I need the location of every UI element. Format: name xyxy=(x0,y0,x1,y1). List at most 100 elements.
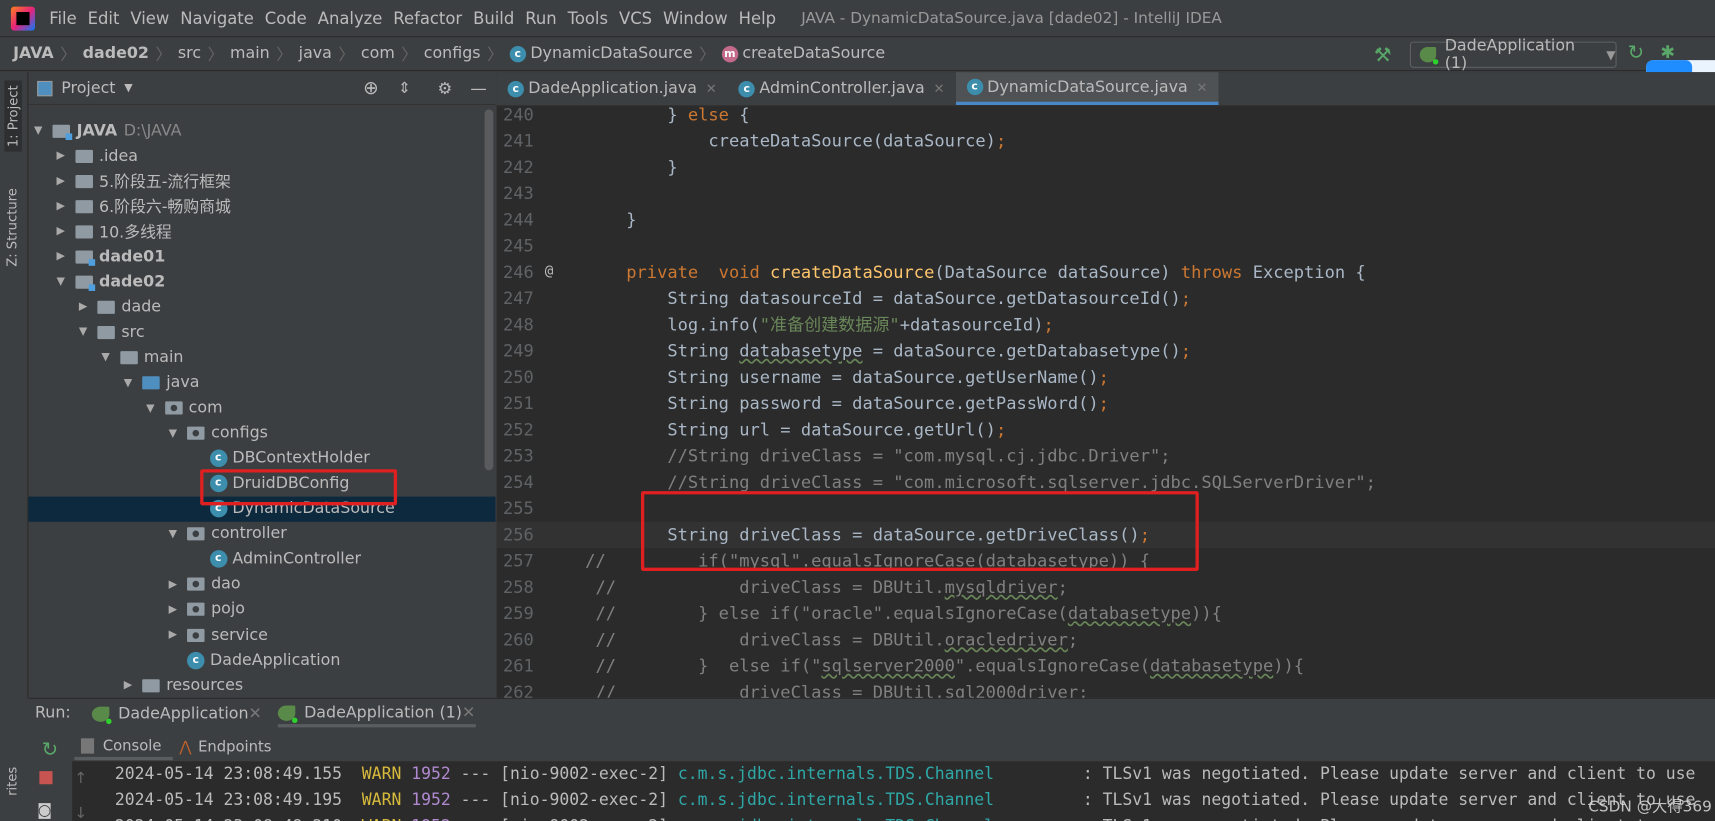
code-line: 259 // } else if("oracle".equalsIgnoreCa… xyxy=(497,600,1715,626)
tree-item-pojo[interactable]: ▶ pojo xyxy=(28,597,495,622)
run-configuration-select[interactable]: DadeApplication (1) ▼ xyxy=(1409,37,1617,72)
expanded-arrow-icon[interactable]: ▼ xyxy=(165,528,180,540)
camera-icon[interactable]: ◙ xyxy=(37,802,52,820)
menu-navigate[interactable]: Navigate xyxy=(175,8,260,28)
project-view-selector[interactable]: Project xyxy=(61,79,115,97)
close-icon[interactable]: ✕ xyxy=(462,704,475,722)
scroll-up-arrow-icon[interactable]: ↑ xyxy=(74,770,87,788)
code-token: databasetype xyxy=(1067,603,1192,624)
code-editor[interactable]: c DadeApplication.java ✕ c AdminController.j… xyxy=(496,72,1715,702)
menu-view[interactable]: View xyxy=(125,8,175,28)
gear-icon[interactable]: ⚙ xyxy=(438,78,453,98)
tree-item-dade02[interactable]: ▼ dade02 xyxy=(28,269,495,294)
tab-endpoints[interactable]: ⋀ Endpoints xyxy=(179,734,271,760)
tree-item-dbcontextholder[interactable]: c DBContextHolder xyxy=(28,446,495,471)
tree-item-dao[interactable]: ▶ dao xyxy=(28,572,495,597)
menu-vcs[interactable]: VCS xyxy=(614,8,658,28)
tree-item-controller[interactable]: ▼ controller xyxy=(28,522,495,547)
tree-item-dade01[interactable]: ▶ dade01 xyxy=(28,244,495,269)
tree-item-6-[interactable]: ▶ 6.阶段六-畅购商城 xyxy=(28,194,495,219)
breadcrumb-item[interactable]: java xyxy=(299,45,332,63)
tree-item-admincontroller[interactable]: c AdminController xyxy=(28,547,495,572)
tree-item-com[interactable]: ▼ com xyxy=(28,395,495,420)
collapsed-arrow-icon[interactable]: ▶ xyxy=(53,150,68,162)
tool-tab-structure[interactable]: Z: Structure xyxy=(4,188,19,267)
tree-item-resources[interactable]: ▶ resources xyxy=(28,673,495,698)
expanded-arrow-icon[interactable]: ▼ xyxy=(31,125,46,137)
collapse-all-icon[interactable]: ⇕ xyxy=(398,79,411,97)
tab-dadeapplication-java[interactable]: c DadeApplication.java ✕ xyxy=(497,72,728,105)
collapsed-arrow-icon[interactable]: ▶ xyxy=(75,301,90,313)
collapsed-arrow-icon[interactable]: ▶ xyxy=(165,604,180,616)
scroll-down-arrow-icon[interactable]: ↓ xyxy=(74,805,87,821)
collapsed-arrow-icon[interactable]: ▶ xyxy=(120,679,135,691)
collapsed-arrow-icon[interactable]: ▶ xyxy=(53,226,68,238)
breadcrumb-item[interactable]: main xyxy=(230,45,270,63)
menu-refactor[interactable]: Refactor xyxy=(388,8,468,28)
tree-item-10-[interactable]: ▶ 10.多线程 xyxy=(28,219,495,244)
menu-code[interactable]: Code xyxy=(259,8,312,28)
expanded-arrow-icon[interactable]: ▼ xyxy=(98,352,113,364)
hide-minus-icon[interactable]: — xyxy=(470,78,486,98)
run-tab-0[interactable]: DadeApplication ✕ xyxy=(91,701,262,727)
menu-help[interactable]: Help xyxy=(733,8,781,28)
tree-item-src[interactable]: ▼ src xyxy=(28,320,495,345)
collapsed-arrow-icon[interactable]: ▶ xyxy=(53,200,68,212)
run-tab-1[interactable]: DadeApplication (1) ✕ xyxy=(277,701,476,728)
expanded-arrow-icon[interactable]: ▼ xyxy=(75,326,90,338)
breadcrumb-item[interactable]: m createDataSource xyxy=(721,45,885,62)
tree-item-service[interactable]: ▶ service xyxy=(28,622,495,647)
tree-item-5-[interactable]: ▶ 5.阶段五-流行框架 xyxy=(28,169,495,194)
menu-edit[interactable]: Edit xyxy=(82,8,125,28)
expanded-arrow-icon[interactable]: ▼ xyxy=(53,276,68,288)
menu-analyze[interactable]: Analyze xyxy=(312,8,388,28)
expanded-arrow-icon[interactable]: ▼ xyxy=(143,402,158,414)
stop-icon[interactable] xyxy=(39,771,53,785)
rerun-icon[interactable]: ↻ xyxy=(1628,42,1645,65)
tree-item-configs[interactable]: ▼ configs xyxy=(28,421,495,446)
override-marker-icon[interactable]: @ xyxy=(545,259,554,285)
log-thread: [nio-9002-exec-2] xyxy=(500,789,669,810)
breadcrumb-item[interactable]: c DynamicDataSource xyxy=(509,45,693,62)
collapsed-arrow-icon[interactable]: ▶ xyxy=(165,629,180,641)
collapsed-arrow-icon[interactable]: ▶ xyxy=(165,579,180,591)
log-msg: : TLSv1 was negotiated. Please update se… xyxy=(1082,763,1696,784)
rerun-icon[interactable]: ↻ xyxy=(42,738,59,761)
tool-tab-project[interactable]: 1: Project xyxy=(4,80,22,152)
tree-item-java[interactable]: ▼ java xyxy=(28,370,495,395)
menu-tools[interactable]: Tools xyxy=(562,8,613,28)
breadcrumb-item[interactable]: dade02 xyxy=(83,45,149,63)
tab-console[interactable]: Console xyxy=(74,734,173,761)
close-icon[interactable]: ✕ xyxy=(249,706,262,724)
close-icon[interactable]: ✕ xyxy=(934,81,945,96)
log-line: 2024-05-14 23:08:49.210 WARN 1952 --- [n… xyxy=(115,813,1696,821)
menu-run[interactable]: Run xyxy=(520,8,562,28)
collapsed-arrow-icon[interactable]: ▶ xyxy=(53,251,68,263)
line-number: 242 xyxy=(502,157,534,178)
breadcrumb-item[interactable]: configs xyxy=(424,45,481,63)
close-icon[interactable]: ✕ xyxy=(706,81,717,96)
tree-item--idea[interactable]: ▶ .idea xyxy=(28,143,495,168)
console-output[interactable]: ↑ ↓ 2024-05-14 23:08:49.155 WARN 1952 --… xyxy=(72,761,1715,821)
close-icon[interactable]: ✕ xyxy=(1196,79,1207,94)
menu-file[interactable]: File xyxy=(44,8,82,28)
expanded-arrow-icon[interactable]: ▼ xyxy=(165,427,180,439)
expanded-arrow-icon[interactable]: ▼ xyxy=(120,377,135,389)
menu-build[interactable]: Build xyxy=(468,8,520,28)
tool-tab-favorites[interactable]: rites xyxy=(4,767,19,796)
breadcrumb-item[interactable]: com xyxy=(361,45,395,63)
breadcrumb-item[interactable]: JAVA xyxy=(13,45,54,63)
chevron-down-icon[interactable]: ▼ xyxy=(124,82,132,94)
collapsed-arrow-icon[interactable]: ▶ xyxy=(53,175,68,187)
tree-item-java[interactable]: ▼ JAVA D:\JAVA xyxy=(28,118,495,143)
tree-item-dade[interactable]: ▶ dade xyxy=(28,295,495,320)
tab-admincontroller-java[interactable]: c AdminController.java ✕ xyxy=(728,72,956,105)
tree-item-dadeapplication[interactable]: c DadeApplication xyxy=(28,648,495,673)
tree-item-main[interactable]: ▼ main xyxy=(28,345,495,370)
tab-dynamicdatasource-java[interactable]: c DynamicDataSource.java ✕ xyxy=(955,72,1219,106)
breadcrumb-item[interactable]: src xyxy=(178,45,201,63)
build-hammer-icon[interactable]: ⚒ xyxy=(1374,44,1392,67)
locate-target-icon[interactable]: ⊕ xyxy=(363,77,379,99)
project-scrollbar[interactable] xyxy=(484,109,494,471)
menu-window[interactable]: Window xyxy=(658,8,734,28)
